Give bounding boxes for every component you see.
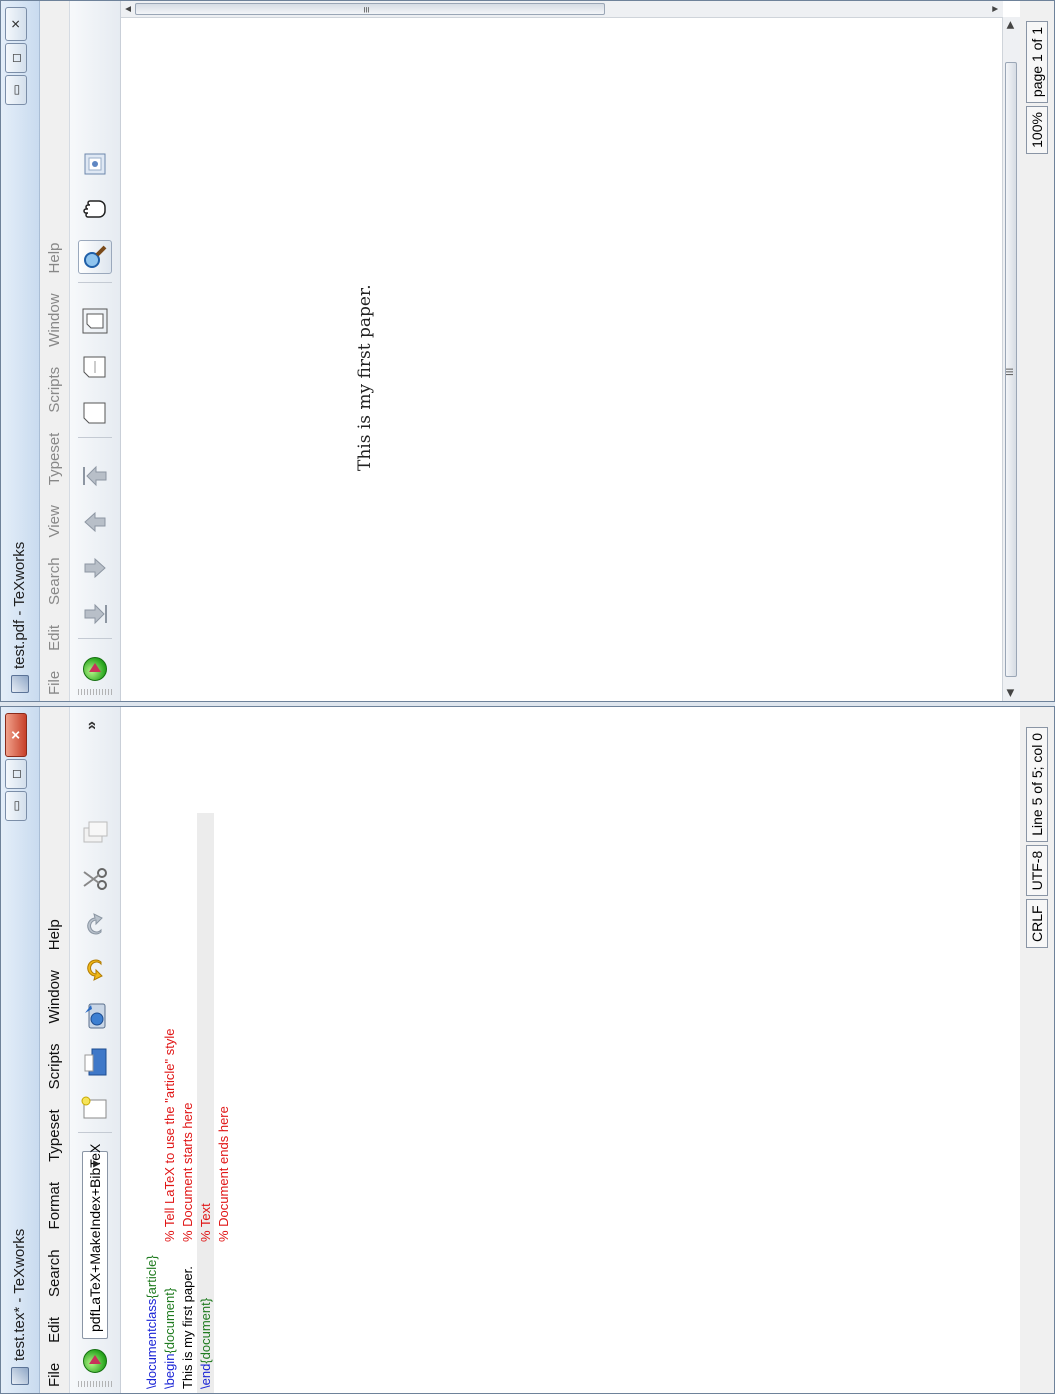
typeset-button[interactable] [83, 1349, 107, 1373]
menu-typeset[interactable]: Typeset [46, 433, 63, 486]
code-line: This is my first paper. % Text [161, 829, 213, 1389]
new-document-icon[interactable] [79, 1092, 111, 1124]
code-area[interactable]: \documentclass{article} % Tell LaTeX to … [125, 829, 231, 1389]
undo-icon[interactable] [79, 954, 111, 986]
grip-icon: III [1005, 367, 1016, 376]
menu-edit[interactable]: Edit [46, 625, 63, 651]
toolbar-separator [78, 282, 112, 283]
code-comment: % Text [198, 1203, 213, 1242]
menu-edit[interactable]: Edit [46, 1317, 63, 1343]
pdf-window-title: test.pdf - TeXworks [11, 541, 28, 669]
source-menubar: File Edit Search Format Typeset Scripts … [40, 707, 68, 1393]
save-icon[interactable] [79, 1000, 111, 1032]
source-window: test.tex* - TeXworks ▭ ◻ ✕ File Edit Sea… [0, 706, 1055, 1394]
fit-width-icon[interactable] [79, 351, 111, 383]
redo-icon[interactable] [79, 908, 111, 940]
copy-icon[interactable] [79, 816, 111, 848]
scroll-down-arrow-icon[interactable]: ▼ [990, 4, 1001, 14]
typeset-button[interactable] [83, 657, 107, 681]
encoding-indicator[interactable]: UTF-8 [1026, 844, 1048, 897]
menu-file[interactable]: File [46, 1363, 63, 1387]
menu-help[interactable]: Help [46, 919, 63, 950]
cut-icon[interactable] [79, 862, 111, 894]
open-folder-icon[interactable] [79, 1046, 111, 1078]
fit-window-icon[interactable] [79, 305, 111, 337]
code-argument: {document} [198, 1297, 213, 1364]
source-toolbar: pdfLaTeX+MakeIndex+BibTeX ▼ » [69, 707, 121, 1393]
chevron-down-icon: ▼ [89, 1158, 103, 1170]
code-comment: % Document ends here [216, 1106, 231, 1242]
source-statusbar: CRLF UTF-8 Line 5 of 5; col 0 [1020, 707, 1054, 1393]
scroll-left-arrow-icon[interactable]: ◀ [1005, 689, 1016, 697]
source-editor[interactable]: \documentclass{article} % Tell LaTeX to … [121, 707, 1020, 1393]
horizontal-scroll-thumb[interactable]: III [1005, 62, 1017, 677]
scroll-up-arrow-icon[interactable]: ▲ [123, 4, 134, 14]
pdf-titlebar[interactable]: test.pdf - TeXworks ▭ ◻ ✕ [1, 1, 40, 701]
source-titlebar[interactable]: test.tex* - TeXworks ▭ ◻ ✕ [1, 707, 40, 1393]
toolbar-grip[interactable] [78, 1381, 112, 1387]
pdf-toolbar [69, 1, 121, 701]
pdf-page-text: This is my first paper. [355, 284, 375, 471]
document-icon [11, 675, 29, 693]
scroll-right-arrow-icon[interactable]: ▶ [1005, 21, 1016, 29]
engine-select-value: pdfLaTeX+MakeIndex+BibTeX [87, 1143, 103, 1332]
hand-tool-icon[interactable] [79, 194, 111, 226]
menu-view[interactable]: View [46, 505, 63, 537]
toolbar-separator [78, 1132, 112, 1133]
source-window-title: test.tex* - TeXworks [11, 1228, 28, 1361]
cursor-position-indicator[interactable]: Line 5 of 5; col 0 [1026, 727, 1048, 842]
engine-select[interactable]: pdfLaTeX+MakeIndex+BibTeX ▼ [82, 1144, 108, 1339]
minimize-button[interactable]: ▭ [5, 75, 27, 105]
toolbar-separator [78, 437, 112, 438]
zoom-indicator[interactable]: 100% [1026, 106, 1048, 154]
close-button[interactable]: ✕ [5, 713, 27, 757]
page-indicator[interactable]: page 1 of 1 [1026, 21, 1048, 104]
menu-typeset[interactable]: Typeset [46, 1109, 63, 1162]
grip-icon: ≡ [361, 6, 373, 13]
horizontal-scrollbar[interactable]: ◀ III ▶ [1002, 17, 1020, 701]
menu-search[interactable]: Search [46, 1249, 63, 1297]
last-page-icon[interactable] [79, 598, 111, 630]
maximize-button[interactable]: ◻ [5, 759, 27, 789]
menu-file[interactable]: File [46, 671, 63, 695]
minimize-button[interactable]: ▭ [5, 791, 27, 821]
first-page-icon[interactable] [79, 460, 111, 492]
menu-window[interactable]: Window [46, 970, 63, 1023]
line-ending-indicator[interactable]: CRLF [1026, 899, 1048, 948]
vertical-scrollbar[interactable]: ▲ ≡ ▼ [121, 1, 1003, 18]
next-page-icon[interactable] [79, 552, 111, 584]
actual-size-icon[interactable] [79, 397, 111, 429]
close-button[interactable]: ✕ [5, 7, 27, 41]
menu-scripts[interactable]: Scripts [46, 367, 63, 413]
toolbar-overflow-button[interactable]: » [83, 721, 101, 730]
document-icon [11, 1367, 29, 1385]
toolbar-grip[interactable] [78, 689, 112, 695]
menu-format[interactable]: Format [46, 1182, 63, 1230]
magnifier-icon[interactable] [78, 240, 112, 274]
menu-search[interactable]: Search [46, 557, 63, 605]
selection-tool-icon[interactable] [79, 148, 111, 180]
code-line: \end{document} % Document ends here [179, 829, 231, 1389]
previous-page-icon[interactable] [79, 506, 111, 538]
pdf-viewer[interactable]: This is my first paper. ▲ ≡ ▼ ◀ III ▶ [121, 1, 1020, 701]
maximize-button[interactable]: ◻ [5, 43, 27, 73]
menu-window[interactable]: Window [46, 293, 63, 346]
code-line: \begin{document} % Document starts here [143, 829, 195, 1389]
code-command: \end [198, 1363, 213, 1389]
toolbar-separator [78, 638, 112, 639]
code-line: \documentclass{article} % Tell LaTeX to … [125, 829, 177, 1389]
pdf-window: test.pdf - TeXworks ▭ ◻ ✕ File Edit Sear… [0, 0, 1055, 702]
pdf-statusbar: 100% page 1 of 1 [1020, 1, 1054, 701]
pdf-menubar: File Edit Search View Typeset Scripts Wi… [40, 1, 68, 701]
menu-scripts[interactable]: Scripts [46, 1044, 63, 1090]
vertical-scroll-thumb[interactable]: ≡ [135, 3, 605, 15]
menu-help[interactable]: Help [46, 243, 63, 274]
